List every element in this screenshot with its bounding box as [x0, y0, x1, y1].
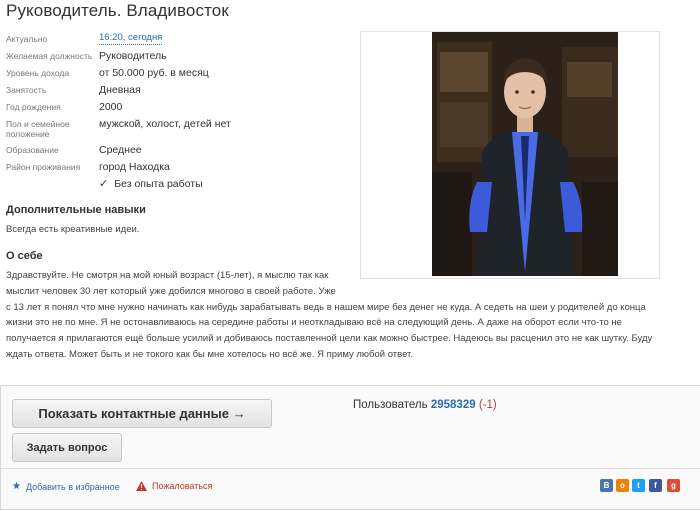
- detail-row-position: Желаемая должность Руководитель: [6, 49, 346, 66]
- detail-value: мужской, холост, детей нет: [99, 118, 231, 130]
- odnoklassniki-icon[interactable]: o: [616, 479, 629, 492]
- about-line: получается я прилагаются ещё больше усил…: [6, 333, 653, 345]
- detail-label: Район проживания: [6, 162, 81, 172]
- skills-heading: Дополнительные навыки: [6, 204, 146, 216]
- user-info: Пользователь 2958329 (-1): [353, 399, 497, 411]
- detail-label: Пол и семейное положение: [6, 119, 70, 139]
- photo-frame: [360, 31, 660, 279]
- star-icon: ★: [12, 481, 21, 492]
- complain-link[interactable]: Пожаловаться: [136, 481, 212, 491]
- user-label: Пользователь: [353, 399, 428, 411]
- show-contacts-button[interactable]: Показать контактные данные →: [12, 399, 272, 428]
- detail-value: Дневная: [99, 84, 141, 96]
- detail-row-birth-year: Год рождения 2000: [6, 100, 346, 117]
- about-line: с 13 лет я понял что мне нужно начинать …: [6, 301, 646, 313]
- actions-panel: Показать контактные данные → Задать вопр…: [0, 385, 700, 510]
- ask-question-button[interactable]: Задать вопрос: [12, 433, 122, 462]
- detail-label: Год рождения: [6, 102, 61, 112]
- about-line: жизни это не по мне. Я не остонавливаюсь…: [6, 317, 622, 329]
- page-title: Руководитель. Владивосток: [6, 1, 229, 20]
- user-id-link[interactable]: 2958329: [431, 399, 476, 411]
- skills-text: Всегда есть креативные идеи.: [6, 224, 140, 235]
- detail-value: 2000: [99, 101, 123, 113]
- twitter-icon[interactable]: t: [632, 479, 645, 492]
- detail-label: Желаемая должность: [6, 51, 93, 61]
- detail-value: Руководитель: [99, 50, 167, 62]
- checkmark-icon: ✓: [99, 178, 109, 190]
- detail-row-experience: ✓ Без опыта работы: [6, 177, 346, 194]
- add-favorite-link[interactable]: ★ Добавить в избранное: [12, 481, 120, 492]
- divider: [1, 468, 700, 469]
- detail-row-income: Уровень дохода от 50.000 руб. в месяц: [6, 66, 346, 83]
- detail-row-updated: Актуально 16:20, сегодня: [6, 32, 346, 49]
- detail-row-education: Образование Среднее: [6, 143, 346, 160]
- about-heading: О себе: [6, 250, 43, 262]
- about-text: Здравствуйте. Не смотря на мой юный возр…: [6, 268, 686, 363]
- vk-icon[interactable]: B: [600, 479, 613, 492]
- detail-value: город Находка: [99, 161, 170, 173]
- about-line: ждать ответа. Может быть и не токого как…: [6, 348, 413, 360]
- detail-value: от 50.000 руб. в месяц: [99, 67, 209, 79]
- detail-row-district: Район проживания город Находка: [6, 160, 346, 177]
- updated-link[interactable]: 16:20, сегодня: [99, 32, 163, 45]
- detail-row-employment: Занятость Дневная: [6, 83, 346, 100]
- detail-label: Занятость: [6, 85, 47, 95]
- detail-label: Уровень дохода: [6, 68, 70, 78]
- facebook-icon[interactable]: f: [649, 479, 662, 492]
- about-line: мыслит человек 30 лет который уже добилс…: [6, 285, 336, 297]
- detail-value: Среднее: [99, 144, 142, 156]
- favorite-label: Добавить в избранное: [25, 481, 120, 492]
- complain-label: Пожаловаться: [152, 481, 213, 491]
- profile-photo-drawing: [432, 32, 618, 276]
- google-plus-icon[interactable]: g: [667, 479, 680, 492]
- warning-icon: [136, 481, 147, 491]
- detail-label: Актуально: [6, 34, 48, 44]
- resume-details: Актуально 16:20, сегодня Желаемая должно…: [6, 32, 346, 194]
- profile-photo[interactable]: [432, 32, 618, 276]
- user-rating: (-1): [478, 399, 497, 411]
- detail-label: Образование: [6, 145, 59, 155]
- experience-value: Без опыта работы: [114, 178, 203, 190]
- detail-row-marital: Пол и семейное положение мужской, холост…: [6, 117, 346, 143]
